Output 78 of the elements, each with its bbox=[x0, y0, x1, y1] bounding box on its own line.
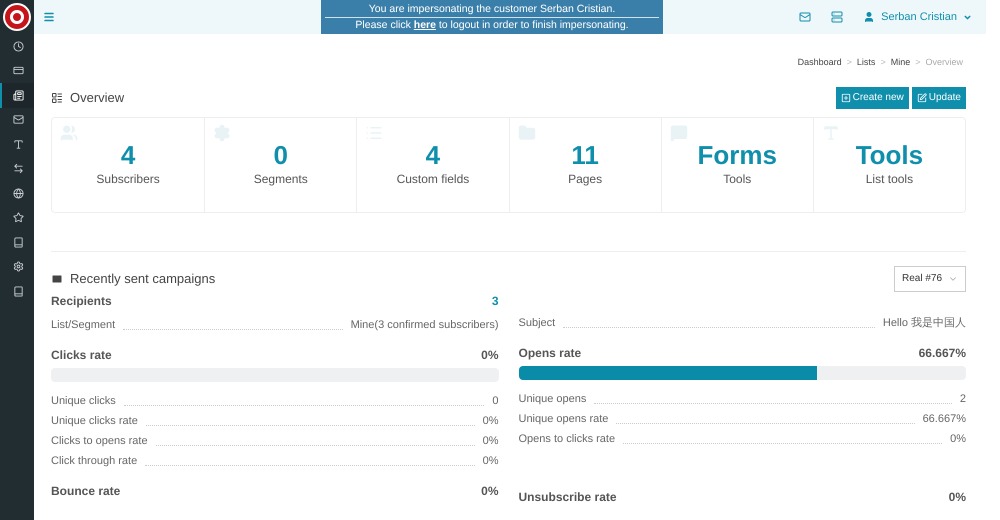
server-button[interactable] bbox=[831, 11, 844, 23]
stat-number: Tools bbox=[856, 140, 924, 170]
stat-caption: Pages bbox=[568, 170, 602, 188]
stat-caption: Subscribers bbox=[96, 170, 160, 188]
stat-value: 0% bbox=[482, 414, 498, 429]
breadcrumb-separator: > bbox=[846, 56, 852, 69]
book-icon bbox=[12, 286, 24, 297]
caret-icon bbox=[963, 12, 972, 22]
stat-number: 4 bbox=[120, 140, 136, 170]
list-icon bbox=[12, 90, 24, 101]
banner-text: Please click bbox=[355, 18, 412, 33]
stat-label: Subject bbox=[518, 316, 556, 331]
breadcrumb-link[interactable]: Lists bbox=[856, 56, 876, 70]
stat-number: 0 bbox=[274, 140, 288, 170]
edit-icon bbox=[916, 92, 927, 102]
action-button[interactable]: Create new bbox=[836, 86, 909, 108]
stat-heading: Clicks rate bbox=[51, 346, 112, 364]
stat-value: 0 bbox=[492, 394, 498, 409]
stat-label: List/Segment bbox=[51, 318, 116, 333]
section-title: Recently sent campaigns bbox=[70, 270, 216, 288]
stat-heading: Recipients bbox=[51, 292, 112, 310]
menu-icon bbox=[43, 11, 55, 23]
stat-label: Unique opens bbox=[518, 392, 586, 407]
breadcrumb-link[interactable]: Mine bbox=[890, 56, 910, 70]
stat-total: 0% bbox=[481, 346, 498, 364]
plus-icon bbox=[840, 92, 851, 102]
user-icon bbox=[863, 11, 876, 23]
stat-total: 0% bbox=[948, 488, 966, 506]
user-menu[interactable]: Serban Cristian bbox=[863, 8, 972, 26]
stat-label: Click through rate bbox=[51, 454, 138, 469]
stat-heading: Unsubscribe rate bbox=[518, 488, 617, 506]
breadcrumb-separator: > bbox=[880, 56, 886, 69]
stat-value: Mine(3 confirmed subscribers) bbox=[350, 318, 498, 333]
breadcrumb-separator: > bbox=[915, 56, 920, 69]
stat-label: Unique clicks rate bbox=[51, 414, 138, 429]
stat-total: 3 bbox=[492, 292, 498, 310]
banner-text: You are impersonating the customer Serban Cristian. bbox=[325, 2, 659, 18]
breadcrumb-link[interactable]: Overview bbox=[925, 56, 963, 70]
clock-icon bbox=[12, 40, 24, 52]
logo-icon bbox=[3, 3, 31, 31]
stat-label: Unique clicks bbox=[51, 394, 116, 409]
banner-text: to logout in order to finish impersonating. bbox=[438, 18, 629, 33]
stat-caption: Segments bbox=[254, 170, 308, 188]
star-icon bbox=[12, 212, 24, 224]
stat-value: 0% bbox=[950, 432, 966, 447]
stat-value: 0% bbox=[482, 434, 498, 449]
globe-icon bbox=[12, 188, 24, 199]
stat-value: 66.667% bbox=[922, 412, 966, 427]
stat-caption: Tools bbox=[723, 170, 752, 188]
stat-label: Opens to clicks rate bbox=[518, 432, 616, 447]
stat-total: 0% bbox=[481, 482, 498, 500]
stat-label: Clicks to opens rate bbox=[51, 434, 148, 449]
card-icon bbox=[12, 65, 24, 76]
breadcrumb-link[interactable]: Dashboard bbox=[798, 56, 842, 70]
sidebar-item[interactable] bbox=[0, 83, 34, 108]
server-icon bbox=[831, 11, 844, 23]
stat-value: 0% bbox=[482, 454, 498, 469]
stat-heading: Bounce rate bbox=[51, 482, 120, 500]
exchange-icon bbox=[12, 163, 24, 174]
section-title: Overview bbox=[70, 88, 124, 107]
stat-number: 11 bbox=[571, 140, 599, 170]
action-button[interactable]: Update bbox=[912, 86, 966, 108]
text-icon bbox=[12, 138, 24, 150]
stat-label: Unique opens rate bbox=[518, 412, 608, 427]
book-icon bbox=[12, 236, 24, 248]
stat-caption: Custom fields bbox=[396, 170, 470, 188]
menu-button[interactable] bbox=[43, 11, 55, 23]
settings-icon bbox=[12, 261, 24, 272]
overview-icon bbox=[51, 92, 63, 104]
stat-heading: Opens rate bbox=[518, 344, 582, 362]
campaign-select[interactable]: Real #76 bbox=[894, 266, 966, 292]
stat-value: Hello 我是中国人 bbox=[882, 316, 966, 331]
stat-value: 2 bbox=[960, 392, 966, 407]
stat-number: 4 bbox=[426, 140, 440, 170]
logout-link[interactable]: here bbox=[414, 18, 436, 33]
stat-caption: List tools bbox=[866, 170, 914, 188]
stat-total: 66.667% bbox=[918, 344, 966, 362]
stat-number: Forms bbox=[698, 140, 777, 170]
